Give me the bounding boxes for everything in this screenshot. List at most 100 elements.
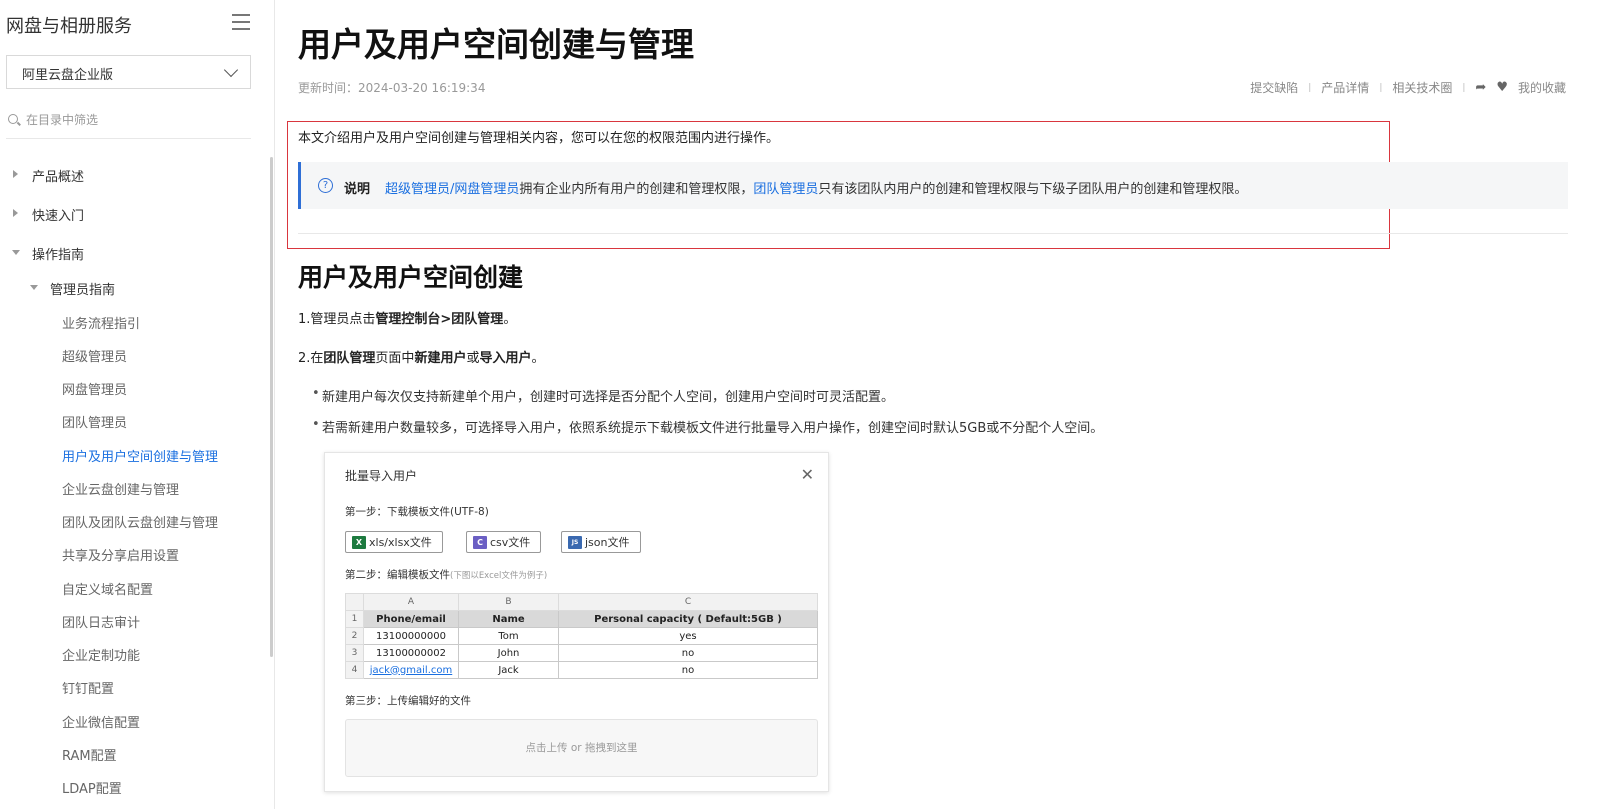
sidebar-item-custom-domain[interactable]: 自定义域名配置 <box>62 579 153 598</box>
table-cell: Tom <box>458 627 559 645</box>
table-row: 1 Phone/email Name Personal capacity ( D… <box>345 610 818 628</box>
step-1: 1.管理员点击管理控制台>团队管理。 <box>298 308 516 327</box>
divider: | <box>1379 82 1383 93</box>
sidebar-item-admin-guide[interactable]: 管理员指南 <box>50 279 115 298</box>
sidebar-item-sharing[interactable]: 共享及分享启用设置 <box>62 545 179 564</box>
row-number: 1 <box>345 610 364 628</box>
json-file-icon: JS <box>568 535 582 549</box>
sidebar-item-enterprise-drive[interactable]: 企业云盘创建与管理 <box>62 479 179 498</box>
favorites-link[interactable]: 我的收藏 <box>1518 79 1566 96</box>
csv-file-icon: C <box>473 535 487 549</box>
step-bold: 团队管理 <box>323 351 376 366</box>
tech-community-link[interactable]: 相关技术圈 <box>1392 79 1452 96</box>
note-text: 超级管理员/网盘管理员拥有企业内所有用户的创建和管理权限，团队管理员只有该团队内… <box>385 178 1247 197</box>
step-2: 2.在团队管理页面中新建用户或导入用户。 <box>298 347 545 366</box>
sheet-corner <box>345 593 364 611</box>
note-text-part: 拥有企业内所有用户的创建和管理权限， <box>519 182 754 197</box>
column-letter: A <box>363 593 459 611</box>
chevron-down-icon <box>223 62 239 78</box>
bullet-item: 若需新建用户数量较多，可选择导入用户，依照系统提示下载模板文件进行批量导入用户操… <box>312 417 1103 436</box>
sidebar-item-guide[interactable]: 操作指南 <box>32 244 84 263</box>
step-bold: 管理控制台>团队管理 <box>375 312 504 327</box>
step-hint: (下图以Excel文件为例子) <box>450 571 548 581</box>
divider <box>298 233 1568 234</box>
dialog-step-1: 第一步：下载模板文件(UTF-8) <box>345 506 489 518</box>
caret-right-icon <box>13 170 18 178</box>
download-xlsx-button: X xls/xlsx文件 <box>345 531 443 553</box>
close-icon: ✕ <box>800 465 814 484</box>
heart-icon[interactable]: ♥ <box>1496 80 1508 95</box>
step-text: 1.管理员点击 <box>298 312 376 327</box>
table-cell: yes <box>558 627 818 645</box>
upload-dropzone: 点击上传 or 拖拽到这里 <box>345 719 818 777</box>
dialog-title: 批量导入用户 <box>345 469 418 483</box>
sidebar-item-overview[interactable]: 产品概述 <box>32 166 84 185</box>
sidebar-item-super-admin[interactable]: 超级管理员 <box>62 346 127 365</box>
table-header-cell: Name <box>458 610 559 628</box>
sidebar-item-team-drive[interactable]: 团队及团队云盘创建与管理 <box>62 512 218 531</box>
note-label: 说明 <box>344 182 371 197</box>
sidebar-item-quickstart[interactable]: 快速入门 <box>32 205 84 224</box>
note-callout: ? 说明 超级管理员/网盘管理员拥有企业内所有用户的创建和管理权限，团队管理员只… <box>298 162 1568 209</box>
product-select-value: 阿里云盘企业版 <box>22 68 114 83</box>
step-text: 第二步：编辑模板文件 <box>345 569 450 581</box>
share-icon[interactable]: ➦ <box>1475 80 1486 95</box>
step-bold: 导入用户 <box>479 351 532 366</box>
team-admin-link[interactable]: 团队管理员 <box>753 182 818 197</box>
sidebar: 网盘与相册服务 阿里云盘企业版 在目录中筛选 产品概述 快速入门 操作指南 管理… <box>0 0 275 809</box>
table-cell: 13100000000 <box>363 627 459 645</box>
table-row: 4 jack@gmail.com Jack no <box>345 661 818 679</box>
step-text: 页面中 <box>375 351 415 366</box>
sidebar-item-ldap[interactable]: LDAP配置 <box>62 778 122 797</box>
table-header-cell: Personal capacity ( Default:5GB ) <box>558 610 818 628</box>
sidebar-title: 网盘与相册服务 <box>6 16 132 37</box>
table-row: 2 13100000000 Tom yes <box>345 627 818 645</box>
table-cell: no <box>558 661 818 679</box>
sidebar-item-team-admin[interactable]: 团队管理员 <box>62 412 127 431</box>
spreadsheet-example: A B C 1 Phone/email Name Personal capaci… <box>345 593 818 679</box>
sidebar-item-user-space[interactable]: 用户及用户空间创建与管理 <box>62 446 218 465</box>
divider: | <box>1308 82 1312 93</box>
article: 用户及用户空间创建与管理 更新时间：2024-03-20 16:19:34 提交… <box>298 0 1568 809</box>
column-letter: C <box>558 593 818 611</box>
caret-down-icon <box>30 285 38 290</box>
product-select[interactable]: 阿里云盘企业版 <box>6 55 251 89</box>
button-label: json文件 <box>585 536 630 549</box>
report-issue-link[interactable]: 提交缺陷 <box>1250 79 1298 96</box>
question-icon: ? <box>318 178 333 193</box>
table-cell: no <box>558 644 818 662</box>
dialog-step-3: 第三步：上传编辑好的文件 <box>345 695 471 707</box>
download-csv-button: C csv文件 <box>466 531 542 553</box>
sidebar-item-dingtalk[interactable]: 钉钉配置 <box>62 678 114 697</box>
super-admin-link[interactable]: 超级管理员/网盘管理员 <box>385 182 519 197</box>
column-letter: B <box>458 593 559 611</box>
caret-right-icon <box>13 209 18 217</box>
dialog-step-2: 第二步：编辑模板文件(下图以Excel文件为例子) <box>345 567 547 582</box>
sidebar-item-ram[interactable]: RAM配置 <box>62 745 117 764</box>
sidebar-item-customization[interactable]: 企业定制功能 <box>62 645 140 664</box>
menu-icon[interactable] <box>232 14 250 30</box>
intro-text: 本文介绍用户及用户空间创建与管理相关内容，您可以在您的权限范围内进行操作。 <box>298 131 780 146</box>
product-details-link[interactable]: 产品详情 <box>1321 79 1369 96</box>
divider: | <box>1462 82 1466 93</box>
sidebar-item-workflow[interactable]: 业务流程指引 <box>62 313 140 332</box>
bullet-item: 新建用户每次仅支持新建单个用户，创建时可选择是否分配个人空间，创建用户空间时可灵… <box>312 386 894 405</box>
table-row: 3 13100000002 John no <box>345 644 818 662</box>
sidebar-item-audit[interactable]: 团队日志审计 <box>62 612 140 631</box>
table-cell: John <box>458 644 559 662</box>
import-users-dialog-figure: 批量导入用户 ✕ 第一步：下载模板文件(UTF-8) X xls/xlsx文件 … <box>324 452 829 792</box>
sidebar-scrollbar[interactable] <box>270 157 273 657</box>
sidebar-item-drive-admin[interactable]: 网盘管理员 <box>62 379 127 398</box>
step-text: 2.在 <box>298 351 324 366</box>
step-bold: 新建用户 <box>414 351 467 366</box>
section-title: 用户及用户空间创建 <box>298 263 524 292</box>
upload-text: 点击上传 or 拖拽到这里 <box>525 742 638 754</box>
sidebar-item-wecom[interactable]: 企业微信配置 <box>62 712 140 731</box>
catalog-filter-input[interactable]: 在目录中筛选 <box>6 111 251 139</box>
step-text: 。 <box>531 351 545 366</box>
column-letter-row: A B C <box>345 593 818 611</box>
row-number: 3 <box>345 644 364 662</box>
search-icon <box>8 114 18 124</box>
step-text: 或 <box>466 351 480 366</box>
button-label: csv文件 <box>490 536 531 549</box>
